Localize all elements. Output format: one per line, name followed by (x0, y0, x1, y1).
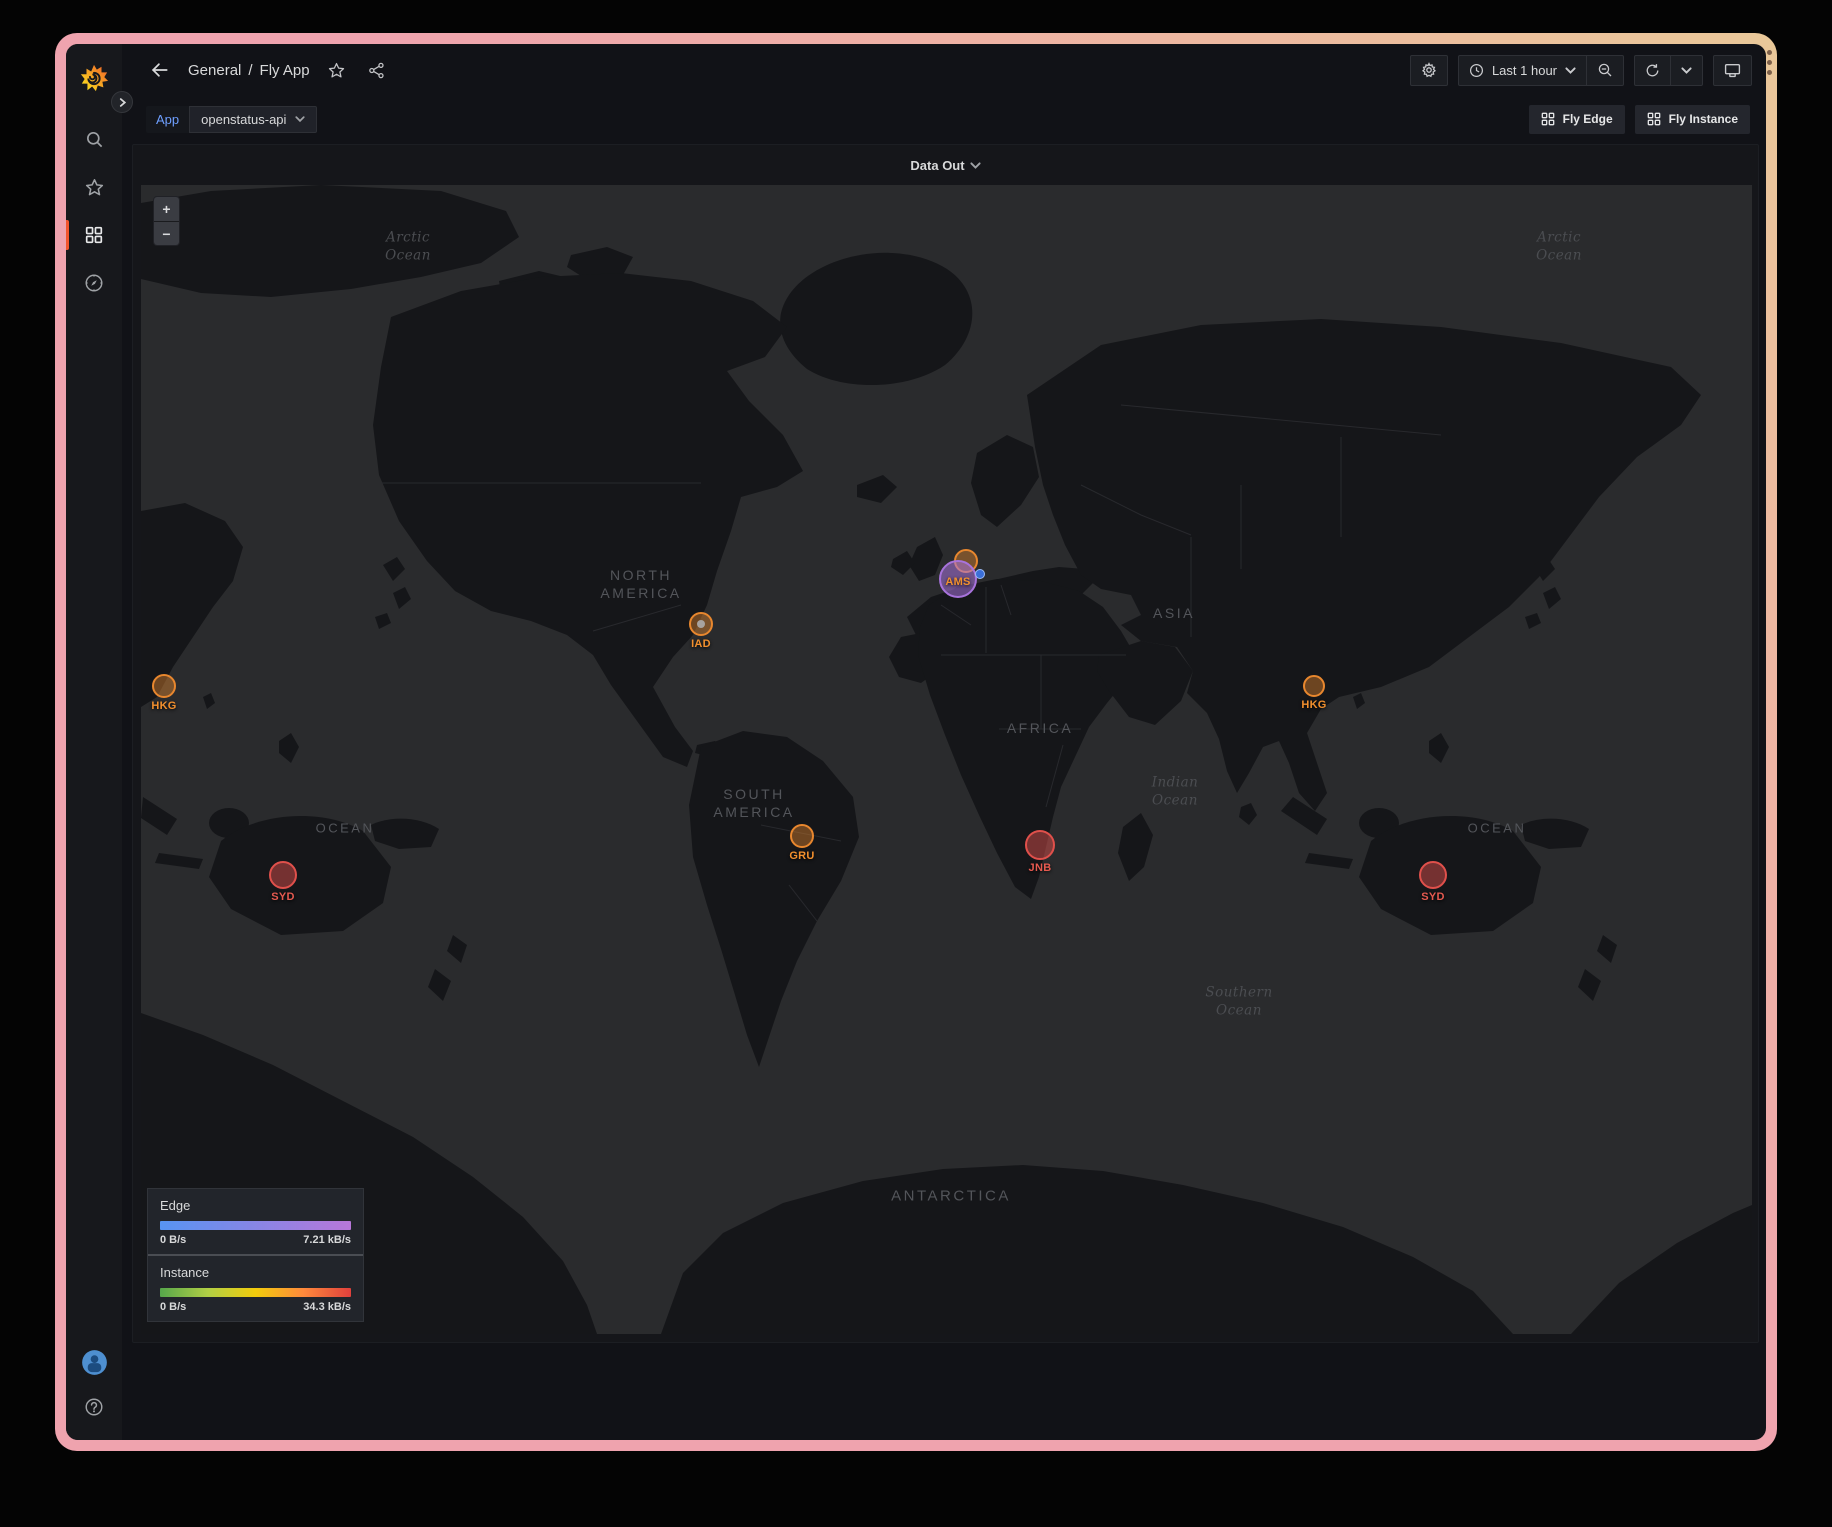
breadcrumb-folder[interactable]: General (188, 62, 241, 79)
map-marker-gru[interactable] (790, 824, 814, 848)
frame-dot (1767, 60, 1772, 65)
map-zoom-control: + − (153, 196, 180, 246)
map-marker-label-hkg: HKG (151, 700, 176, 712)
fly-edge-link-button[interactable]: Fly Edge (1529, 105, 1625, 134)
geomap-panel: Data Out (132, 144, 1759, 1343)
app-variable-value: openstatus-api (201, 112, 286, 127)
zoom-out-time-button[interactable] (1586, 55, 1624, 86)
map-marker-label-ams: AMS (945, 576, 970, 588)
fly-edge-label: Fly Edge (1563, 112, 1613, 126)
map-marker-label-gru: GRU (789, 850, 814, 862)
fly-instance-label: Fly Instance (1669, 112, 1738, 126)
explore-compass-icon[interactable] (78, 267, 110, 299)
legend-instance-title: Instance (160, 1265, 351, 1280)
sidebar-expand-button[interactable] (111, 91, 133, 113)
map-marker-syd[interactable] (1419, 861, 1447, 889)
browser-window-frame: General / Fly App (55, 33, 1777, 1451)
search-icon[interactable] (78, 123, 110, 155)
chevron-down-icon (1681, 65, 1692, 76)
legend-instance-max: 34.3 kB/s (303, 1301, 351, 1313)
edge-gradient-bar (160, 1221, 351, 1230)
legend-edge-section: Edge 0 B/s 7.21 kB/s (148, 1189, 363, 1254)
chevron-down-icon (970, 160, 981, 171)
apps-grid-icon (1541, 112, 1555, 126)
app-variable: App openstatus-api (146, 106, 317, 133)
share-icon[interactable] (364, 57, 390, 83)
map-legend: Edge 0 B/s 7.21 kB/s Instance 0 B/s 34.3… (147, 1188, 364, 1322)
map-marker-label-syd: SYD (1421, 891, 1445, 903)
page-title: Fly App (260, 62, 310, 79)
kiosk-tv-button[interactable] (1713, 55, 1752, 86)
dashboard-header: General / Fly App (122, 44, 1766, 96)
refresh-button[interactable] (1634, 55, 1671, 86)
time-range-label: Last 1 hour (1492, 63, 1557, 78)
chevron-down-icon (295, 114, 305, 124)
map-marker-label-iad: IAD (691, 638, 711, 650)
legend-edge-title: Edge (160, 1198, 351, 1213)
map-marker-label-jnb: JNB (1029, 862, 1052, 874)
time-picker-group: Last 1 hour (1458, 55, 1624, 86)
world-map-land (141, 185, 1752, 1334)
breadcrumb: General / Fly App (188, 62, 310, 79)
legend-instance-min: 0 B/s (160, 1301, 186, 1313)
instance-center-dot (697, 620, 705, 628)
map-zoom-in-button[interactable]: + (154, 197, 179, 221)
dashboard-links: Fly Edge Fly Instance (1529, 105, 1750, 134)
grafana-logo-icon[interactable] (78, 62, 110, 94)
map-marker-iad[interactable] (689, 612, 713, 636)
grafana-app-window: General / Fly App (66, 44, 1766, 1440)
back-arrow-button[interactable] (146, 56, 174, 84)
refresh-group (1634, 55, 1703, 86)
legend-edge-max: 7.21 kB/s (303, 1234, 351, 1246)
dashboards-icon[interactable] (78, 219, 110, 251)
map-marker-label-hkg: HKG (1301, 699, 1326, 711)
nav-sidebar (66, 44, 122, 1440)
map-marker-jnb[interactable] (1025, 830, 1055, 860)
dashboard-settings-button[interactable] (1410, 55, 1448, 86)
apps-grid-icon (1647, 112, 1661, 126)
breadcrumb-separator: / (248, 62, 252, 79)
help-icon[interactable] (78, 1391, 110, 1423)
panel-title: Data Out (910, 158, 964, 173)
world-map-canvas[interactable]: ArcticOceanArcticOceanNORTHAMERICAASIAAF… (141, 185, 1752, 1334)
map-marker-syd[interactable] (269, 861, 297, 889)
time-range-picker[interactable]: Last 1 hour (1458, 55, 1587, 86)
profile-avatar[interactable] (78, 1346, 110, 1378)
legend-instance-section: Instance 0 B/s 34.3 kB/s (148, 1254, 363, 1321)
app-variable-label: App (146, 106, 189, 133)
map-marker-hkg[interactable] (1303, 675, 1325, 697)
chevron-down-icon (1565, 65, 1576, 76)
app-variable-value-dropdown[interactable]: openstatus-api (189, 106, 317, 133)
frame-dot (1767, 50, 1772, 55)
panel-title-menu[interactable]: Data Out (902, 154, 988, 177)
refresh-interval-dropdown[interactable] (1670, 55, 1703, 86)
instance-gradient-bar (160, 1288, 351, 1297)
fly-instance-link-button[interactable]: Fly Instance (1635, 105, 1750, 134)
star-dashboard-icon[interactable] (324, 57, 350, 83)
active-section-indicator (66, 220, 69, 250)
panel-header: Data Out (133, 145, 1758, 185)
clock-icon (1469, 63, 1484, 78)
starred-icon[interactable] (78, 171, 110, 203)
frame-dot (1767, 70, 1772, 75)
map-zoom-out-button[interactable]: − (154, 221, 179, 245)
header-toolbar: Last 1 hour (1410, 55, 1752, 86)
map-marker-hkg[interactable] (152, 674, 176, 698)
map-marker-label-syd: SYD (271, 891, 295, 903)
variables-row: App openstatus-api Fly Edge (122, 96, 1766, 142)
map-marker-edge-blue[interactable] (975, 569, 985, 579)
legend-edge-min: 0 B/s (160, 1234, 186, 1246)
